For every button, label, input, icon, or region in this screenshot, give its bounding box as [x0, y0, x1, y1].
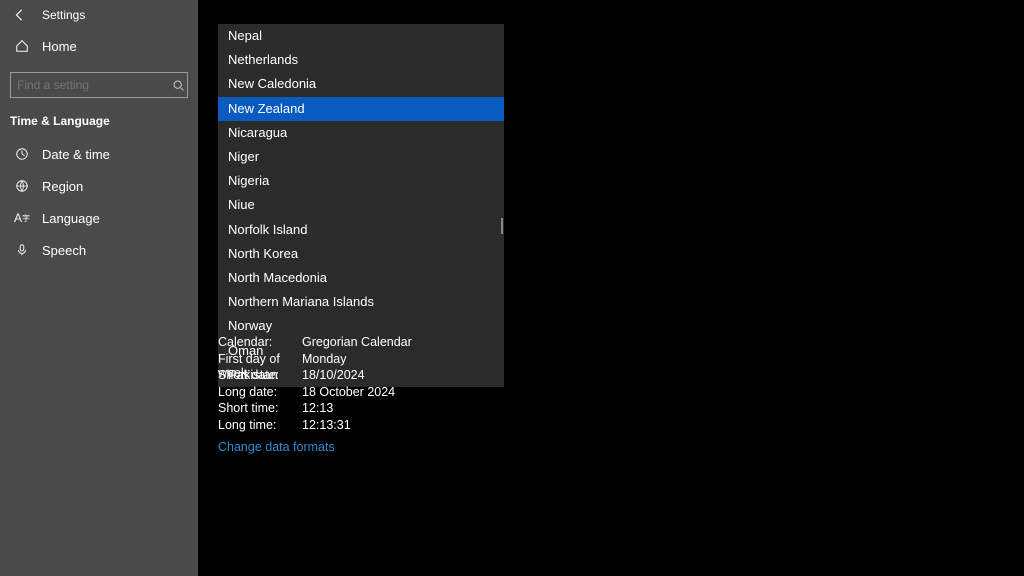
- sidebar-item-speech[interactable]: Speech: [0, 234, 198, 266]
- dropdown-item[interactable]: North Macedonia: [218, 266, 504, 290]
- dropdown-item[interactable]: Nigeria: [218, 169, 504, 193]
- language-icon: A字: [14, 210, 30, 226]
- sidebar-header: Settings: [0, 0, 198, 28]
- dropdown-item[interactable]: Niger: [218, 145, 504, 169]
- format-row: Long time:12:13:31: [218, 418, 412, 434]
- microphone-icon: [14, 242, 30, 258]
- app-title: Settings: [42, 8, 85, 22]
- dropdown-item[interactable]: New Caledonia: [218, 72, 504, 96]
- section-title: Time & Language: [0, 108, 198, 138]
- format-value: 12:13: [302, 401, 333, 417]
- format-row: Calendar:Gregorian Calendar: [218, 335, 412, 351]
- dropdown-item[interactable]: New Zealand: [218, 97, 504, 121]
- dropdown-item[interactable]: Nicaragua: [218, 121, 504, 145]
- format-value: Monday: [302, 352, 346, 368]
- dropdown-item[interactable]: North Korea: [218, 242, 504, 266]
- format-row: Short date:18/10/2024: [218, 368, 412, 384]
- sidebar-home[interactable]: Home: [0, 28, 198, 64]
- search-input[interactable]: [17, 78, 172, 92]
- home-icon: [14, 38, 30, 54]
- format-value: 18 October 2024: [302, 385, 395, 401]
- sidebar-item-language[interactable]: A字 Language: [0, 202, 198, 234]
- format-list: Calendar:Gregorian CalendarFirst day of …: [218, 335, 412, 434]
- sidebar: Settings Home Time & Language Date & tim…: [0, 0, 198, 576]
- format-row: Short time:12:13: [218, 401, 412, 417]
- sidebar-item-label: Language: [42, 211, 100, 226]
- sidebar-item-label: Date & time: [42, 147, 110, 162]
- dropdown-item[interactable]: Nepal: [218, 24, 504, 48]
- format-value: 18/10/2024: [302, 368, 365, 384]
- region-dropdown[interactable]: NepalNetherlandsNew CaledoniaNew Zealand…: [218, 24, 504, 387]
- sidebar-item-date-time[interactable]: Date & time: [0, 138, 198, 170]
- scrollbar-thumb[interactable]: [501, 218, 503, 234]
- globe-icon: [14, 178, 30, 194]
- format-label: Calendar:: [218, 335, 302, 351]
- format-row: First day of week:Monday: [218, 352, 412, 368]
- format-label: First day of week:: [218, 352, 302, 368]
- format-label: Long date:: [218, 385, 302, 401]
- format-label: Long time:: [218, 418, 302, 434]
- format-label: Short time:: [218, 401, 302, 417]
- search-icon: [172, 77, 185, 93]
- dropdown-item[interactable]: Netherlands: [218, 48, 504, 72]
- format-value: 12:13:31: [302, 418, 351, 434]
- back-icon[interactable]: [12, 7, 28, 23]
- format-value: Gregorian Calendar: [302, 335, 412, 351]
- sidebar-item-label: Speech: [42, 243, 86, 258]
- home-label: Home: [42, 39, 77, 54]
- sidebar-item-label: Region: [42, 179, 83, 194]
- clock-icon: [14, 146, 30, 162]
- sidebar-item-region[interactable]: Region: [0, 170, 198, 202]
- dropdown-item[interactable]: Northern Mariana Islands: [218, 290, 504, 314]
- format-label: Short date:: [218, 368, 302, 384]
- format-row: Long date:18 October 2024: [218, 385, 412, 401]
- search-box[interactable]: [10, 72, 188, 98]
- change-data-formats-link[interactable]: Change data formats: [218, 440, 335, 454]
- dropdown-item[interactable]: Norfolk Island: [218, 218, 504, 242]
- dropdown-item[interactable]: Niue: [218, 193, 504, 217]
